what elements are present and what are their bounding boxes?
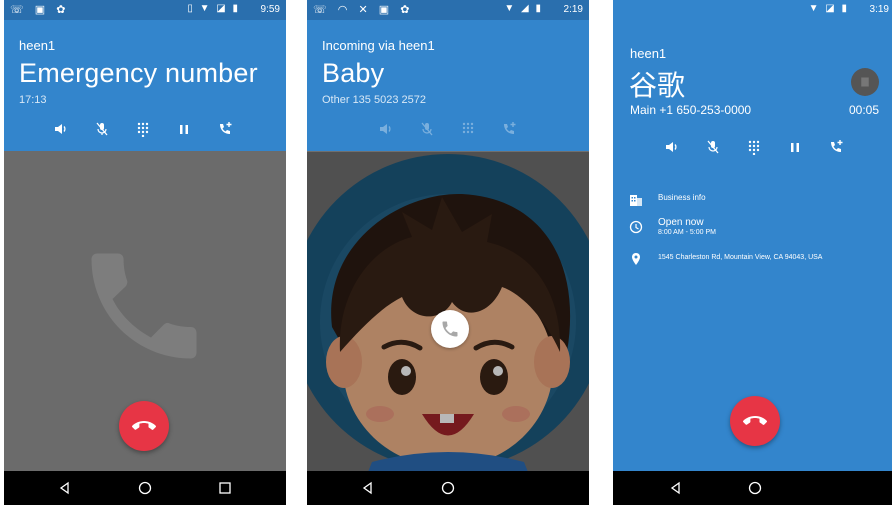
account-label: Incoming via heen1 (322, 38, 435, 53)
phone-screen-incoming-call: ☏ ◠ ✕ ▣ ✿ ▼ ◢ ▮ 2:19 Incoming via heen1 … (307, 0, 589, 505)
nav-bar (613, 471, 892, 505)
status-bar: ☏ ▣ ✿ ▯ ▼ ◪ ▮ 9:59 (4, 0, 286, 20)
phone-icon (442, 321, 458, 337)
call-duration: 00:05 (848, 103, 879, 117)
nav-bar (307, 471, 589, 505)
speaker-icon[interactable] (664, 139, 680, 155)
caller-name: 谷歌 (629, 69, 686, 102)
clock-icon (629, 220, 643, 234)
add-call-icon[interactable] (828, 139, 844, 155)
status-bar: ☏ ◠ ✕ ▣ ✿ ▼ ◢ ▮ 2:19 (307, 0, 589, 20)
hold-icon[interactable] (176, 121, 192, 137)
business-avatar (851, 68, 879, 96)
caller-number: Other 135 5023 2572 (322, 94, 426, 106)
speaker-icon[interactable] (53, 121, 69, 137)
call-controls (4, 121, 286, 141)
call-header: Incoming via heen1 Baby Other 135 5023 2… (307, 20, 589, 151)
back-icon[interactable] (57, 480, 73, 496)
status-system-icons: ▼ ◪ ▮ (808, 3, 849, 14)
dialpad-icon[interactable] (135, 121, 151, 138)
building-icon (861, 77, 869, 87)
status-notification-icons: ☏ ▣ ✿ (10, 4, 70, 16)
status-time: 2:19 (563, 4, 583, 15)
status-time: 9:59 (260, 4, 280, 15)
answer-button[interactable] (431, 310, 469, 348)
status-notification-icons: ☏ ◠ ✕ ▣ ✿ (313, 4, 414, 16)
mute-icon (419, 121, 435, 137)
dialpad-icon (460, 121, 476, 137)
status-time: 3:19 (869, 4, 889, 15)
add-call-icon[interactable] (217, 121, 233, 137)
account-label: heen1 (19, 38, 56, 53)
business-info-label: Business info (658, 193, 706, 202)
call-timer: 17:13 (19, 94, 47, 106)
call-controls (307, 121, 589, 141)
opening-hours: 8:00 AM - 5:00 PM (658, 229, 716, 236)
phone-screen-active-call: ☏ ▣ ✿ ▯ ▼ ◪ ▮ 9:59 heen1 Emergency numbe… (4, 0, 286, 505)
add-call-icon (501, 121, 517, 137)
call-header: heen1 Emergency number 17:13 (4, 20, 286, 151)
caller-number: Main +1 650-253-0000 (630, 103, 752, 117)
call-controls (613, 139, 892, 159)
open-status: Open now (658, 217, 704, 228)
home-icon[interactable] (137, 480, 153, 496)
nav-bar (4, 471, 286, 505)
recents-icon[interactable] (217, 480, 233, 496)
home-icon[interactable] (747, 480, 763, 496)
end-call-button[interactable] (730, 396, 780, 446)
hold-icon[interactable] (787, 139, 803, 155)
end-call-button[interactable] (119, 401, 169, 451)
account-label: heen1 (630, 46, 667, 61)
dialpad-icon[interactable] (746, 139, 762, 156)
caller-name: Emergency number (19, 58, 258, 88)
caller-name: Baby (322, 58, 385, 88)
business-icon (629, 193, 643, 207)
phone-screen-business-call: ▼ ◪ ▮ 3:19 heen1 谷歌 Main +1 650-253-0000… (613, 0, 892, 505)
home-icon[interactable] (440, 480, 456, 496)
status-system-icons: ▯ ▼ ◪ ▮ (187, 3, 240, 14)
status-bar: ▼ ◪ ▮ 3:19 (613, 0, 892, 20)
mute-icon[interactable] (705, 139, 721, 155)
status-system-icons: ▼ ◢ ▮ (504, 3, 543, 14)
mute-icon[interactable] (94, 121, 110, 137)
back-icon[interactable] (360, 480, 376, 496)
speaker-icon (378, 121, 394, 137)
back-icon[interactable] (668, 480, 684, 496)
location-pin-icon (629, 252, 643, 266)
business-address: 1545 Charleston Rd, Mountain View, CA 94… (658, 254, 823, 261)
phone-watermark-icon (74, 236, 214, 376)
